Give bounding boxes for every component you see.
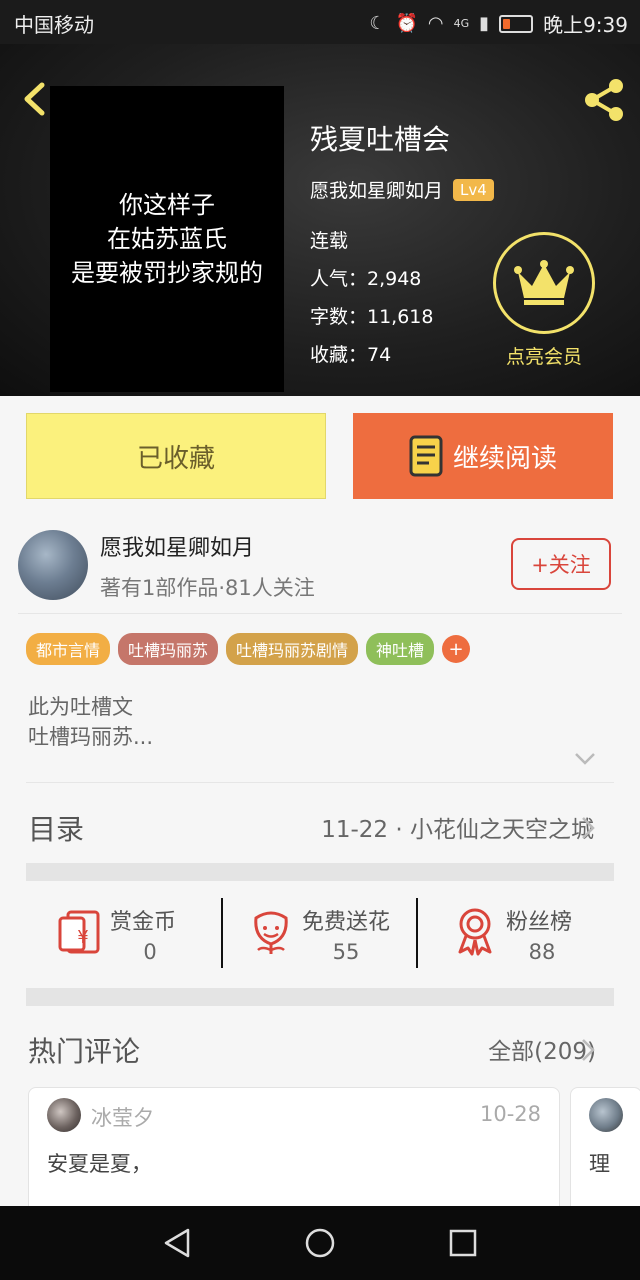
author-avatar[interactable] <box>18 530 88 600</box>
stat-label: 粉丝榜 <box>506 910 573 935</box>
chevron-left-icon[interactable] <box>18 82 52 116</box>
header-author-name[interactable]: 愿我如星卿如月 <box>310 176 443 203</box>
tag-item[interactable]: 吐槽玛丽苏剧情 <box>226 633 359 665</box>
wifi-icon: ◠ <box>427 13 444 34</box>
popularity-stat: 人气：2,948 <box>310 268 422 290</box>
directory-title[interactable]: 目录 <box>28 808 84 848</box>
free-flowers-button[interactable]: 免费送花 55 <box>216 898 412 968</box>
cover-text-line: 在姑苏蓝氏 <box>107 225 227 253</box>
collected-label: 已收藏 <box>136 443 215 474</box>
vip-button[interactable]: 点亮会员 <box>492 232 596 369</box>
stat-divider <box>416 898 418 968</box>
commenter-avatar[interactable] <box>47 1098 81 1132</box>
home-circle-icon[interactable] <box>303 1226 337 1260</box>
system-nav-bar <box>0 1206 640 1280</box>
share-icon[interactable] <box>580 76 628 124</box>
cover-text-line: 是要被罚抄家规的 <box>71 259 263 287</box>
book-description: 此为吐槽文 吐槽玛丽苏... <box>28 692 153 752</box>
chevron-down-icon[interactable] <box>574 752 596 766</box>
stat-label: 免费送花 <box>302 910 391 935</box>
add-tag-button[interactable]: + <box>442 635 471 663</box>
carrier-label: 中国移动 <box>14 13 94 37</box>
latest-chapter[interactable]: 11-22 · 小花仙之天空之城 <box>321 810 594 844</box>
hot-comments-title: 热门评论 <box>28 1035 141 1068</box>
header-author-row: 愿我如星卿如月 Lv4 <box>310 176 494 203</box>
stat-value: 0 <box>143 940 157 964</box>
svg-text:¥: ¥ <box>77 927 88 948</box>
alarm-icon: ⏰ <box>395 13 418 34</box>
signal-icon: ▮ <box>479 13 490 34</box>
continue-reading-button[interactable]: 继续阅读 <box>353 413 613 499</box>
chevron-right-icon[interactable] <box>580 815 596 841</box>
cover-text-line: 你这样子 <box>119 191 215 219</box>
comment-text: 安夏是夏， <box>47 1152 152 1176</box>
stat-value: 55 <box>332 940 360 964</box>
author-subtitle: 著有1部作品·81人关注 <box>100 576 315 600</box>
status-bar: 中国移动 ☾ ⏰ ◠ 4G ▮ 晚上9:39 <box>0 0 640 44</box>
description-line: 此为吐槽文 <box>28 695 133 719</box>
status-icons: ☾ ⏰ ◠ 4G ▮ 晚上9:39 <box>369 9 628 38</box>
section-separator <box>26 988 614 1006</box>
tag-item[interactable]: 都市言情 <box>26 633 111 665</box>
fans-ranking-button[interactable]: 粉丝榜 88 <box>420 898 616 968</box>
crown-icon <box>493 232 595 334</box>
word-count-stat: 字数：11,618 <box>310 306 434 328</box>
book-icon <box>409 435 443 477</box>
tag-list: 都市言情 吐槽玛丽苏 吐槽玛丽苏剧情 神吐槽 + <box>26 633 471 665</box>
flower-icon <box>254 911 288 954</box>
back-triangle-icon[interactable] <box>160 1226 194 1260</box>
clock-time: 晚上9:39 <box>543 13 628 37</box>
stat-label: 赏金币 <box>110 910 177 935</box>
reward-coins-button[interactable]: ¥ 赏金币 0 <box>24 898 220 968</box>
continue-reading-label: 继续阅读 <box>452 443 557 474</box>
divider <box>26 782 614 783</box>
follow-button[interactable]: +关注 <box>511 538 611 590</box>
collected-button[interactable]: 已收藏 <box>26 413 326 499</box>
description-line: 吐槽玛丽苏... <box>28 725 154 749</box>
moon-icon: ☾ <box>369 13 386 34</box>
section-separator <box>26 863 614 881</box>
vip-label: 点亮会员 <box>505 346 582 368</box>
network-type-label: 4G <box>453 17 470 30</box>
chevron-right-icon[interactable] <box>580 1037 596 1063</box>
recents-square-icon[interactable] <box>446 1226 480 1260</box>
serial-status: 连载 <box>310 230 349 252</box>
author-name[interactable]: 愿我如星卿如月 <box>100 530 254 562</box>
book-cover[interactable]: 你这样子 在姑苏蓝氏 是要被罚抄家规的 <box>50 86 284 392</box>
tag-item[interactable]: 吐槽玛丽苏 <box>118 633 219 665</box>
book-title: 残夏吐槽会 <box>310 123 451 156</box>
favorites-stat: 收藏：74 <box>310 344 392 366</box>
tag-item[interactable]: 神吐槽 <box>366 633 435 665</box>
commenter-avatar[interactable] <box>589 1098 623 1132</box>
comment-date: 10-28 <box>479 1102 541 1126</box>
divider <box>18 613 622 614</box>
commenter-name[interactable]: 冰莹夕 <box>91 1102 154 1132</box>
battery-icon <box>499 14 534 33</box>
comment-text: 理 <box>589 1152 610 1176</box>
stat-value: 88 <box>528 940 556 964</box>
level-badge: Lv4 <box>453 178 494 201</box>
